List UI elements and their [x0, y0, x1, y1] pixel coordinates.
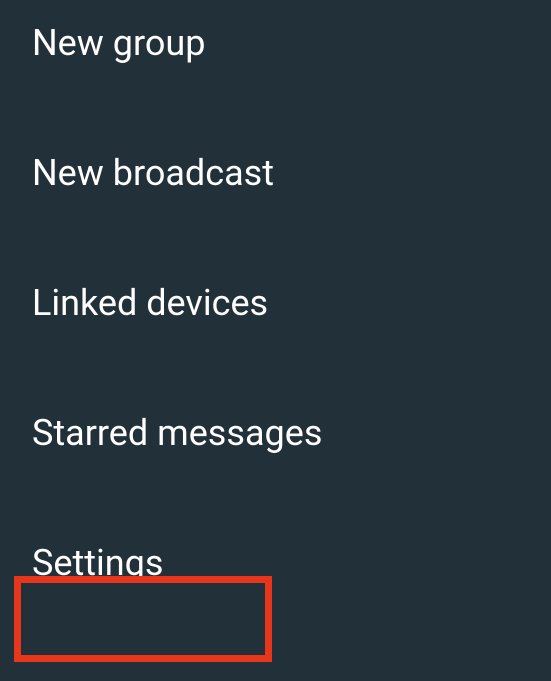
menu-item-label: Settings	[32, 542, 163, 584]
menu-item-label: Linked devices	[32, 282, 268, 324]
menu-item-settings[interactable]: Settings	[0, 498, 551, 628]
menu-item-new-group[interactable]: New group	[0, 0, 551, 108]
menu-item-new-broadcast[interactable]: New broadcast	[0, 108, 551, 238]
menu-item-label: Starred messages	[32, 412, 322, 454]
menu-item-starred-messages[interactable]: Starred messages	[0, 368, 551, 498]
menu-item-label: New group	[32, 22, 205, 64]
menu-item-linked-devices[interactable]: Linked devices	[0, 238, 551, 368]
overflow-menu: New group New broadcast Linked devices S…	[0, 0, 551, 628]
menu-item-label: New broadcast	[32, 152, 274, 194]
